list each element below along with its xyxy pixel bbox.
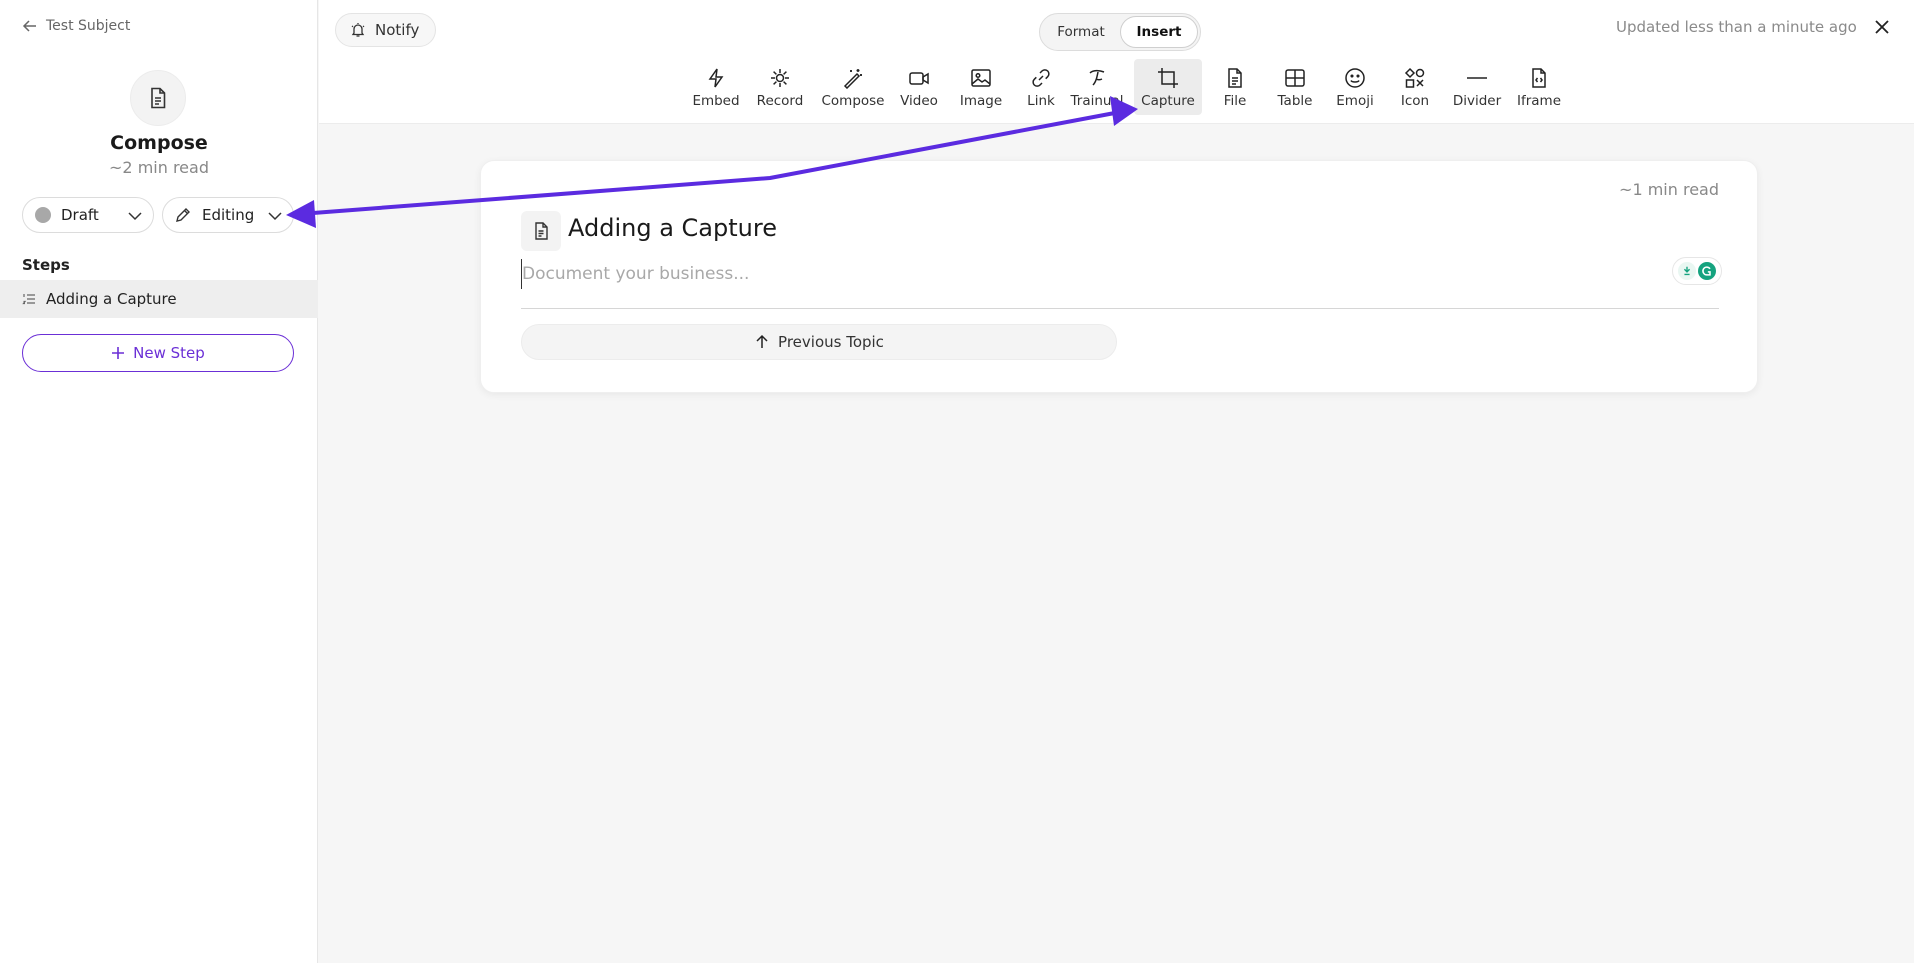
bolt-icon <box>708 68 724 88</box>
document-body-input[interactable] <box>521 259 1661 289</box>
link-icon <box>1032 69 1050 87</box>
arrow-left-icon <box>22 20 36 32</box>
sidebar-doc-title: Compose <box>110 132 208 154</box>
tool-image[interactable]: Image <box>947 59 1015 115</box>
updated-status: Updated less than a minute ago <box>1616 18 1857 36</box>
tool-label: Record <box>756 93 804 109</box>
notify-button[interactable]: Notify <box>335 13 437 47</box>
back-link[interactable]: Test Subject <box>22 18 130 34</box>
document-icon <box>535 222 548 240</box>
tool-compose[interactable]: Compose <box>819 59 887 115</box>
step-item[interactable]: Adding a Capture <box>0 280 318 318</box>
tool-emoji[interactable]: Emoji <box>1321 59 1389 115</box>
step-title[interactable]: Adding a Capture <box>568 214 777 242</box>
iframe-icon <box>1532 68 1546 88</box>
previous-topic-label: Previous Topic <box>778 333 884 351</box>
tool-divider[interactable]: Divider <box>1443 59 1511 115</box>
tool-label: File <box>1223 93 1247 109</box>
tool-capture[interactable]: Capture <box>1134 59 1202 115</box>
editor-card: ~1 min read Adding a Capture Previous To… <box>480 160 1758 393</box>
file-icon <box>1228 68 1242 88</box>
tool-video[interactable]: Video <box>885 59 953 115</box>
icon-shapes-icon <box>1404 67 1425 88</box>
tool-table[interactable]: Table <box>1261 59 1329 115</box>
tool-label: Table <box>1277 93 1313 109</box>
card-divider <box>521 308 1719 309</box>
tool-label: Emoji <box>1336 93 1374 109</box>
tool-embed[interactable]: Embed <box>682 59 750 115</box>
grammarly-icon <box>1698 262 1716 280</box>
tool-record[interactable]: Record <box>746 59 814 115</box>
tool-label: Video <box>900 93 938 109</box>
list-numbered-icon <box>22 294 35 305</box>
table-icon <box>1285 69 1305 87</box>
tool-label: Trainual <box>1070 93 1124 109</box>
suggestion-icon <box>1678 262 1696 280</box>
image-icon <box>971 69 991 87</box>
grammarly-widget[interactable] <box>1672 257 1722 285</box>
pencil-icon <box>176 208 190 222</box>
tool-trainual[interactable]: Trainual <box>1063 59 1131 115</box>
format-insert-toggle: Format Insert <box>1039 13 1201 51</box>
mode-dropdown-label: Editing <box>202 206 255 224</box>
mode-dropdown[interactable]: Editing <box>162 197 294 233</box>
new-step-label: New Step <box>133 344 205 362</box>
tool-file[interactable]: File <box>1201 59 1269 115</box>
tool-label: Image <box>959 93 1003 109</box>
back-link-label: Test Subject <box>46 18 131 34</box>
chevron-down-icon <box>128 212 142 221</box>
tab-insert[interactable]: Insert <box>1120 16 1198 48</box>
tool-label: Icon <box>1400 93 1430 109</box>
tool-label: Divider <box>1452 93 1502 109</box>
notify-label: Notify <box>375 21 420 39</box>
step-item-label: Adding a Capture <box>46 290 177 308</box>
status-dot <box>35 207 51 223</box>
plus-icon <box>112 347 125 359</box>
sidebar: Test Subject Compose ~2 min read Draft E… <box>0 0 318 963</box>
emoji-icon <box>1345 68 1365 88</box>
trainual-icon <box>1089 69 1105 86</box>
document-icon <box>151 87 166 109</box>
divider-icon <box>1467 77 1487 79</box>
tab-format[interactable]: Format <box>1042 16 1120 48</box>
tool-label: Compose <box>821 93 885 109</box>
step-icon-button[interactable] <box>521 211 561 251</box>
doc-avatar <box>130 70 186 126</box>
steps-heading: Steps <box>22 256 70 274</box>
arrow-up-icon <box>756 334 768 348</box>
tool-label: Embed <box>692 93 740 109</box>
tool-label: Capture <box>1141 93 1195 109</box>
status-dropdown-label: Draft <box>61 206 99 224</box>
tool-iframe[interactable]: Iframe <box>1505 59 1573 115</box>
capture-icon <box>1158 68 1178 88</box>
bell-icon <box>351 23 365 37</box>
card-read-time: ~1 min read <box>1619 180 1719 199</box>
magic-wand-icon <box>843 69 862 89</box>
record-icon <box>771 69 789 87</box>
sidebar-read-time: ~2 min read <box>109 158 209 177</box>
tool-icon[interactable]: Icon <box>1381 59 1449 115</box>
previous-topic-button[interactable]: Previous Topic <box>521 324 1117 360</box>
tool-label: Iframe <box>1516 93 1561 109</box>
close-icon[interactable] <box>1872 17 1892 37</box>
new-step-button[interactable]: New Step <box>22 334 294 372</box>
video-icon <box>909 72 929 85</box>
chevron-down-icon <box>268 212 282 221</box>
status-dropdown[interactable]: Draft <box>22 197 154 233</box>
editor-toolbar: Notify Format Insert Updated less than a… <box>319 0 1914 124</box>
tool-label: Link <box>1027 93 1055 109</box>
